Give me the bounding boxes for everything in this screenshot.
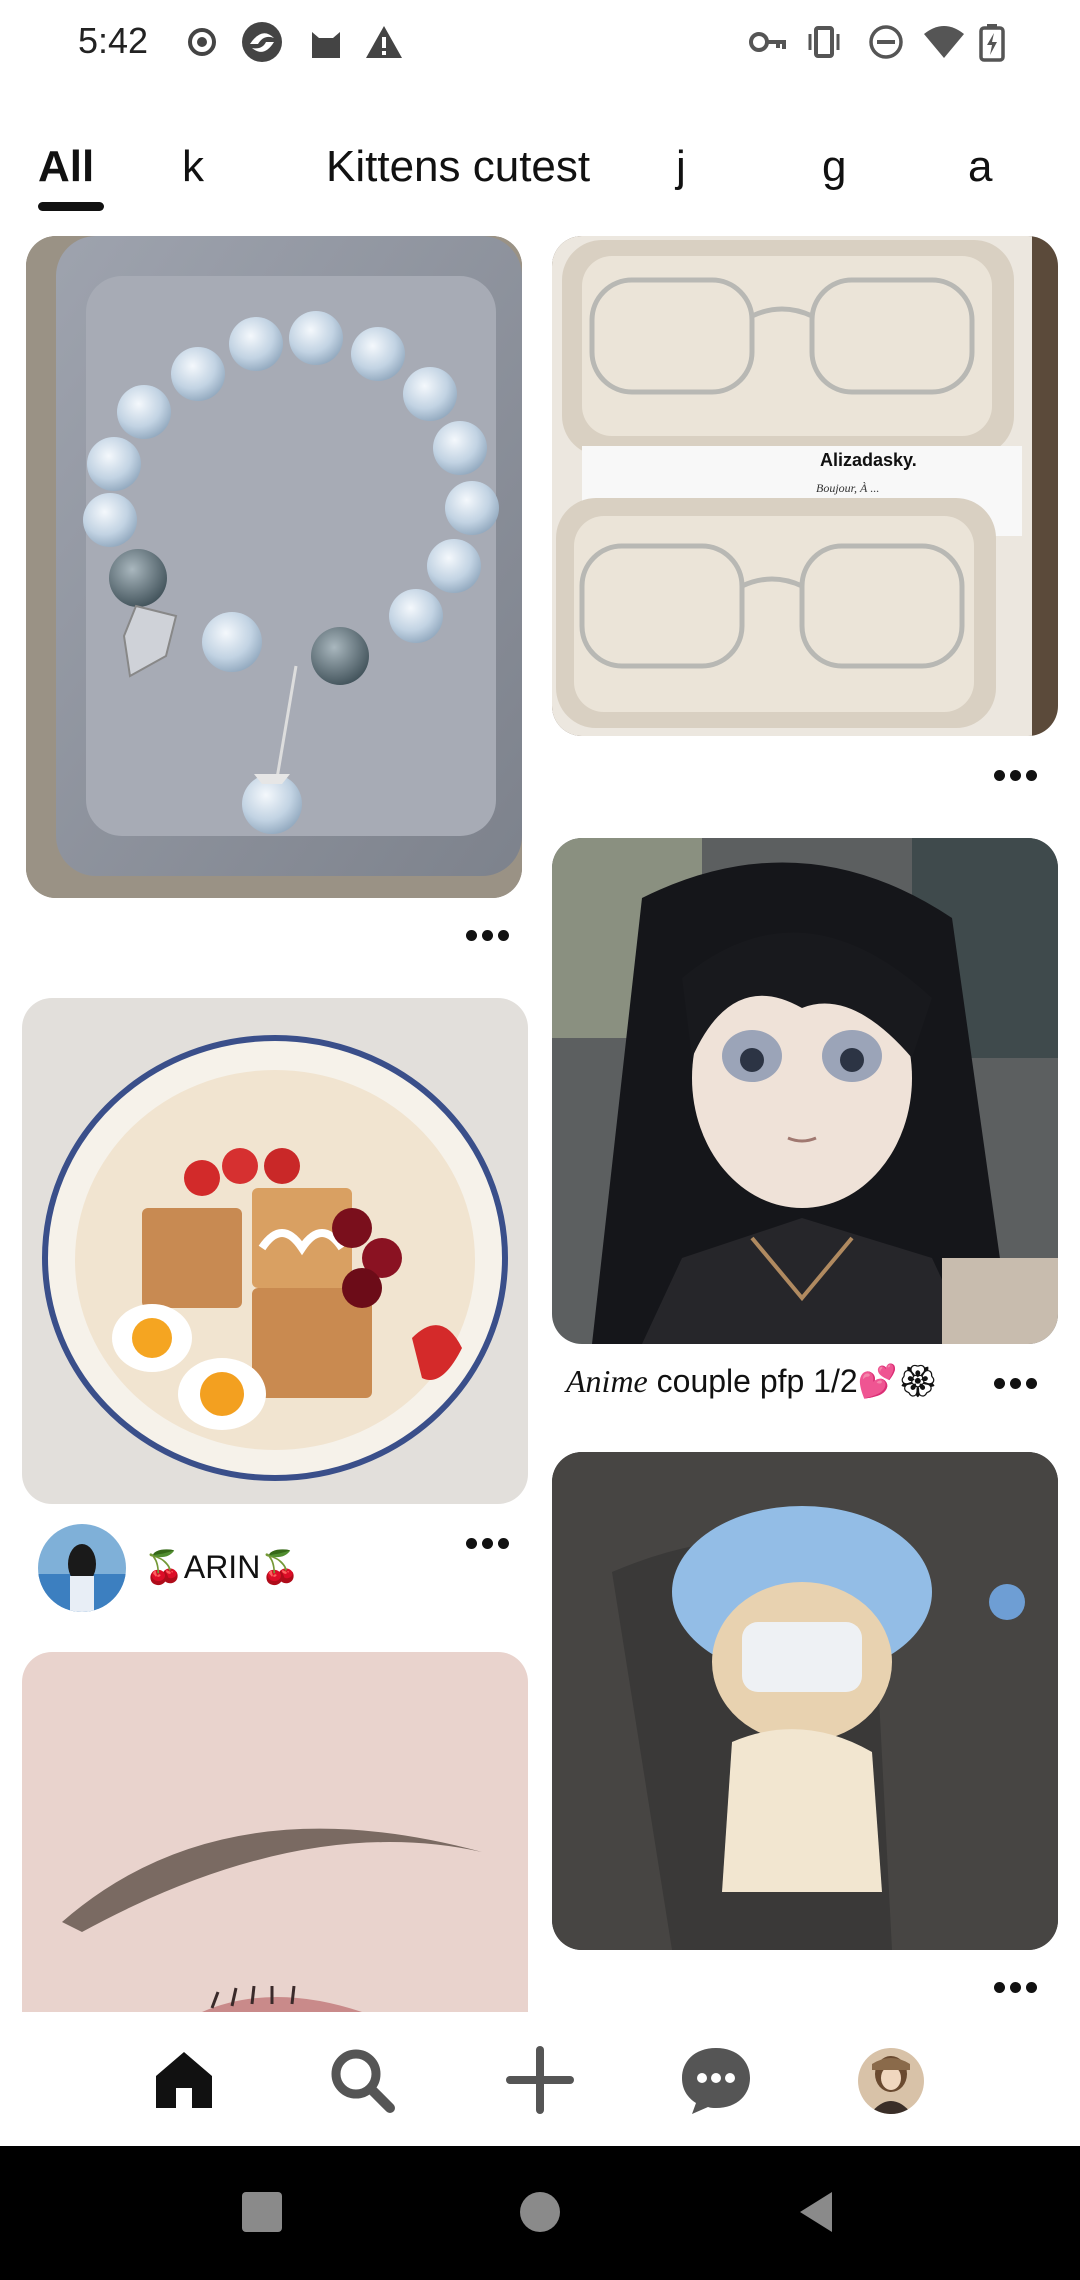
home-circle-icon[interactable] bbox=[520, 2192, 560, 2232]
plus-icon[interactable] bbox=[500, 2040, 580, 2120]
pin-food[interactable] bbox=[22, 998, 528, 1504]
author-avatar[interactable] bbox=[38, 1524, 126, 1612]
anime-image bbox=[552, 838, 1058, 1344]
vibrate-icon bbox=[808, 26, 840, 58]
browser-icon bbox=[242, 22, 282, 62]
glasses-image-text: Alizadasky. bbox=[820, 450, 917, 470]
caption-rest: couple pfp 1/2💕🏵 bbox=[647, 1363, 939, 1399]
back-triangle-icon[interactable] bbox=[796, 2190, 836, 2234]
bottom-nav bbox=[0, 2012, 1080, 2146]
tab-a[interactable]: a bbox=[968, 142, 992, 192]
search-icon[interactable] bbox=[322, 2040, 402, 2120]
food-image bbox=[22, 998, 528, 1504]
do-not-disturb-icon bbox=[869, 25, 903, 59]
tab-all[interactable]: All bbox=[38, 142, 94, 192]
pin-eyebrow[interactable] bbox=[22, 1652, 528, 2012]
tab-g[interactable]: g bbox=[822, 142, 846, 192]
warning-icon bbox=[366, 26, 402, 58]
pin-bracelet[interactable] bbox=[26, 236, 522, 898]
pin-anime-more-button[interactable] bbox=[994, 1376, 1046, 1396]
pin-anime-caption: Anime couple pfp 1/2💕🏵 bbox=[566, 1362, 938, 1400]
pin-glasses[interactable]: Alizadasky. Boujour, À ... bbox=[552, 236, 1058, 736]
pin-kitten-more-button[interactable] bbox=[994, 1980, 1046, 2000]
glasses-image: Alizadasky. Boujour, À ... bbox=[552, 236, 1058, 736]
recents-square-icon[interactable] bbox=[242, 2192, 282, 2232]
chat-bubble-icon[interactable] bbox=[676, 2040, 756, 2120]
pin-kitten[interactable] bbox=[552, 1452, 1058, 1950]
status-time: 5:42 bbox=[78, 20, 149, 61]
home-icon[interactable] bbox=[144, 2040, 224, 2120]
battery-charging-icon bbox=[979, 24, 1005, 62]
tab-kittens-cutest[interactable]: Kittens cutest bbox=[326, 142, 590, 192]
wifi-icon bbox=[924, 26, 964, 58]
author-name[interactable]: 🍒ARIN🍒 bbox=[144, 1548, 300, 1586]
vpn-key-icon bbox=[749, 32, 786, 52]
pin-food-more-button[interactable] bbox=[466, 1536, 518, 1556]
status-bar: 5:42 bbox=[0, 0, 1080, 90]
tab-k[interactable]: k bbox=[182, 142, 204, 192]
pin-anime[interactable] bbox=[552, 838, 1058, 1344]
board-tabs: All k Kittens cutest j g a bbox=[0, 130, 1080, 220]
profile-avatar[interactable] bbox=[858, 2048, 924, 2114]
pin-bracelet-more-button[interactable] bbox=[466, 928, 518, 948]
eyebrow-image bbox=[22, 1652, 528, 2012]
kitten-image bbox=[552, 1452, 1058, 1950]
active-tab-indicator bbox=[38, 202, 104, 211]
tab-j[interactable]: j bbox=[676, 142, 686, 192]
glasses-image-subtext: Boujour, À ... bbox=[816, 481, 879, 495]
record-icon bbox=[188, 28, 216, 56]
cat-app-icon bbox=[312, 32, 340, 58]
bracelet-image bbox=[26, 236, 522, 898]
caption-italic: Anime bbox=[566, 1363, 648, 1399]
system-nav-bar bbox=[0, 2146, 1080, 2280]
pin-glasses-more-button[interactable] bbox=[994, 768, 1046, 788]
